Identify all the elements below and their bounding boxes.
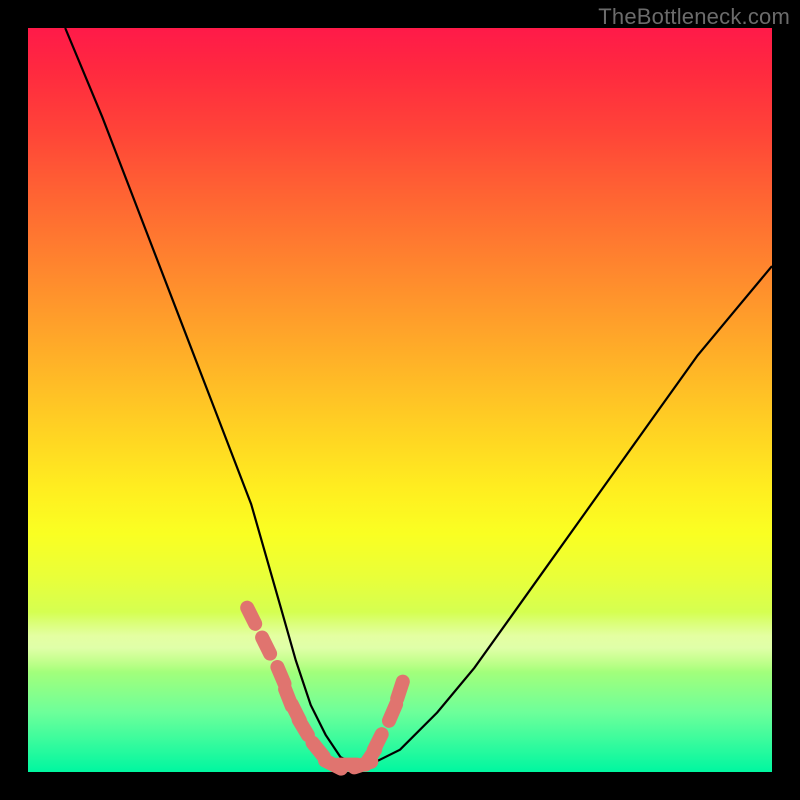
accent-dot (397, 682, 403, 699)
accent-dot (262, 638, 270, 654)
curve-svg (28, 28, 772, 772)
accent-dot (247, 608, 255, 624)
accent-dot (374, 734, 382, 750)
watermark-text: TheBottleneck.com (598, 4, 790, 30)
bottleneck-curve (65, 28, 772, 765)
accent-dot (277, 667, 284, 684)
accent-dot (389, 704, 396, 721)
accent-dots (247, 608, 403, 769)
chart-frame: TheBottleneck.com (0, 0, 800, 800)
accent-dot (299, 720, 308, 736)
plot-area (28, 28, 772, 772)
